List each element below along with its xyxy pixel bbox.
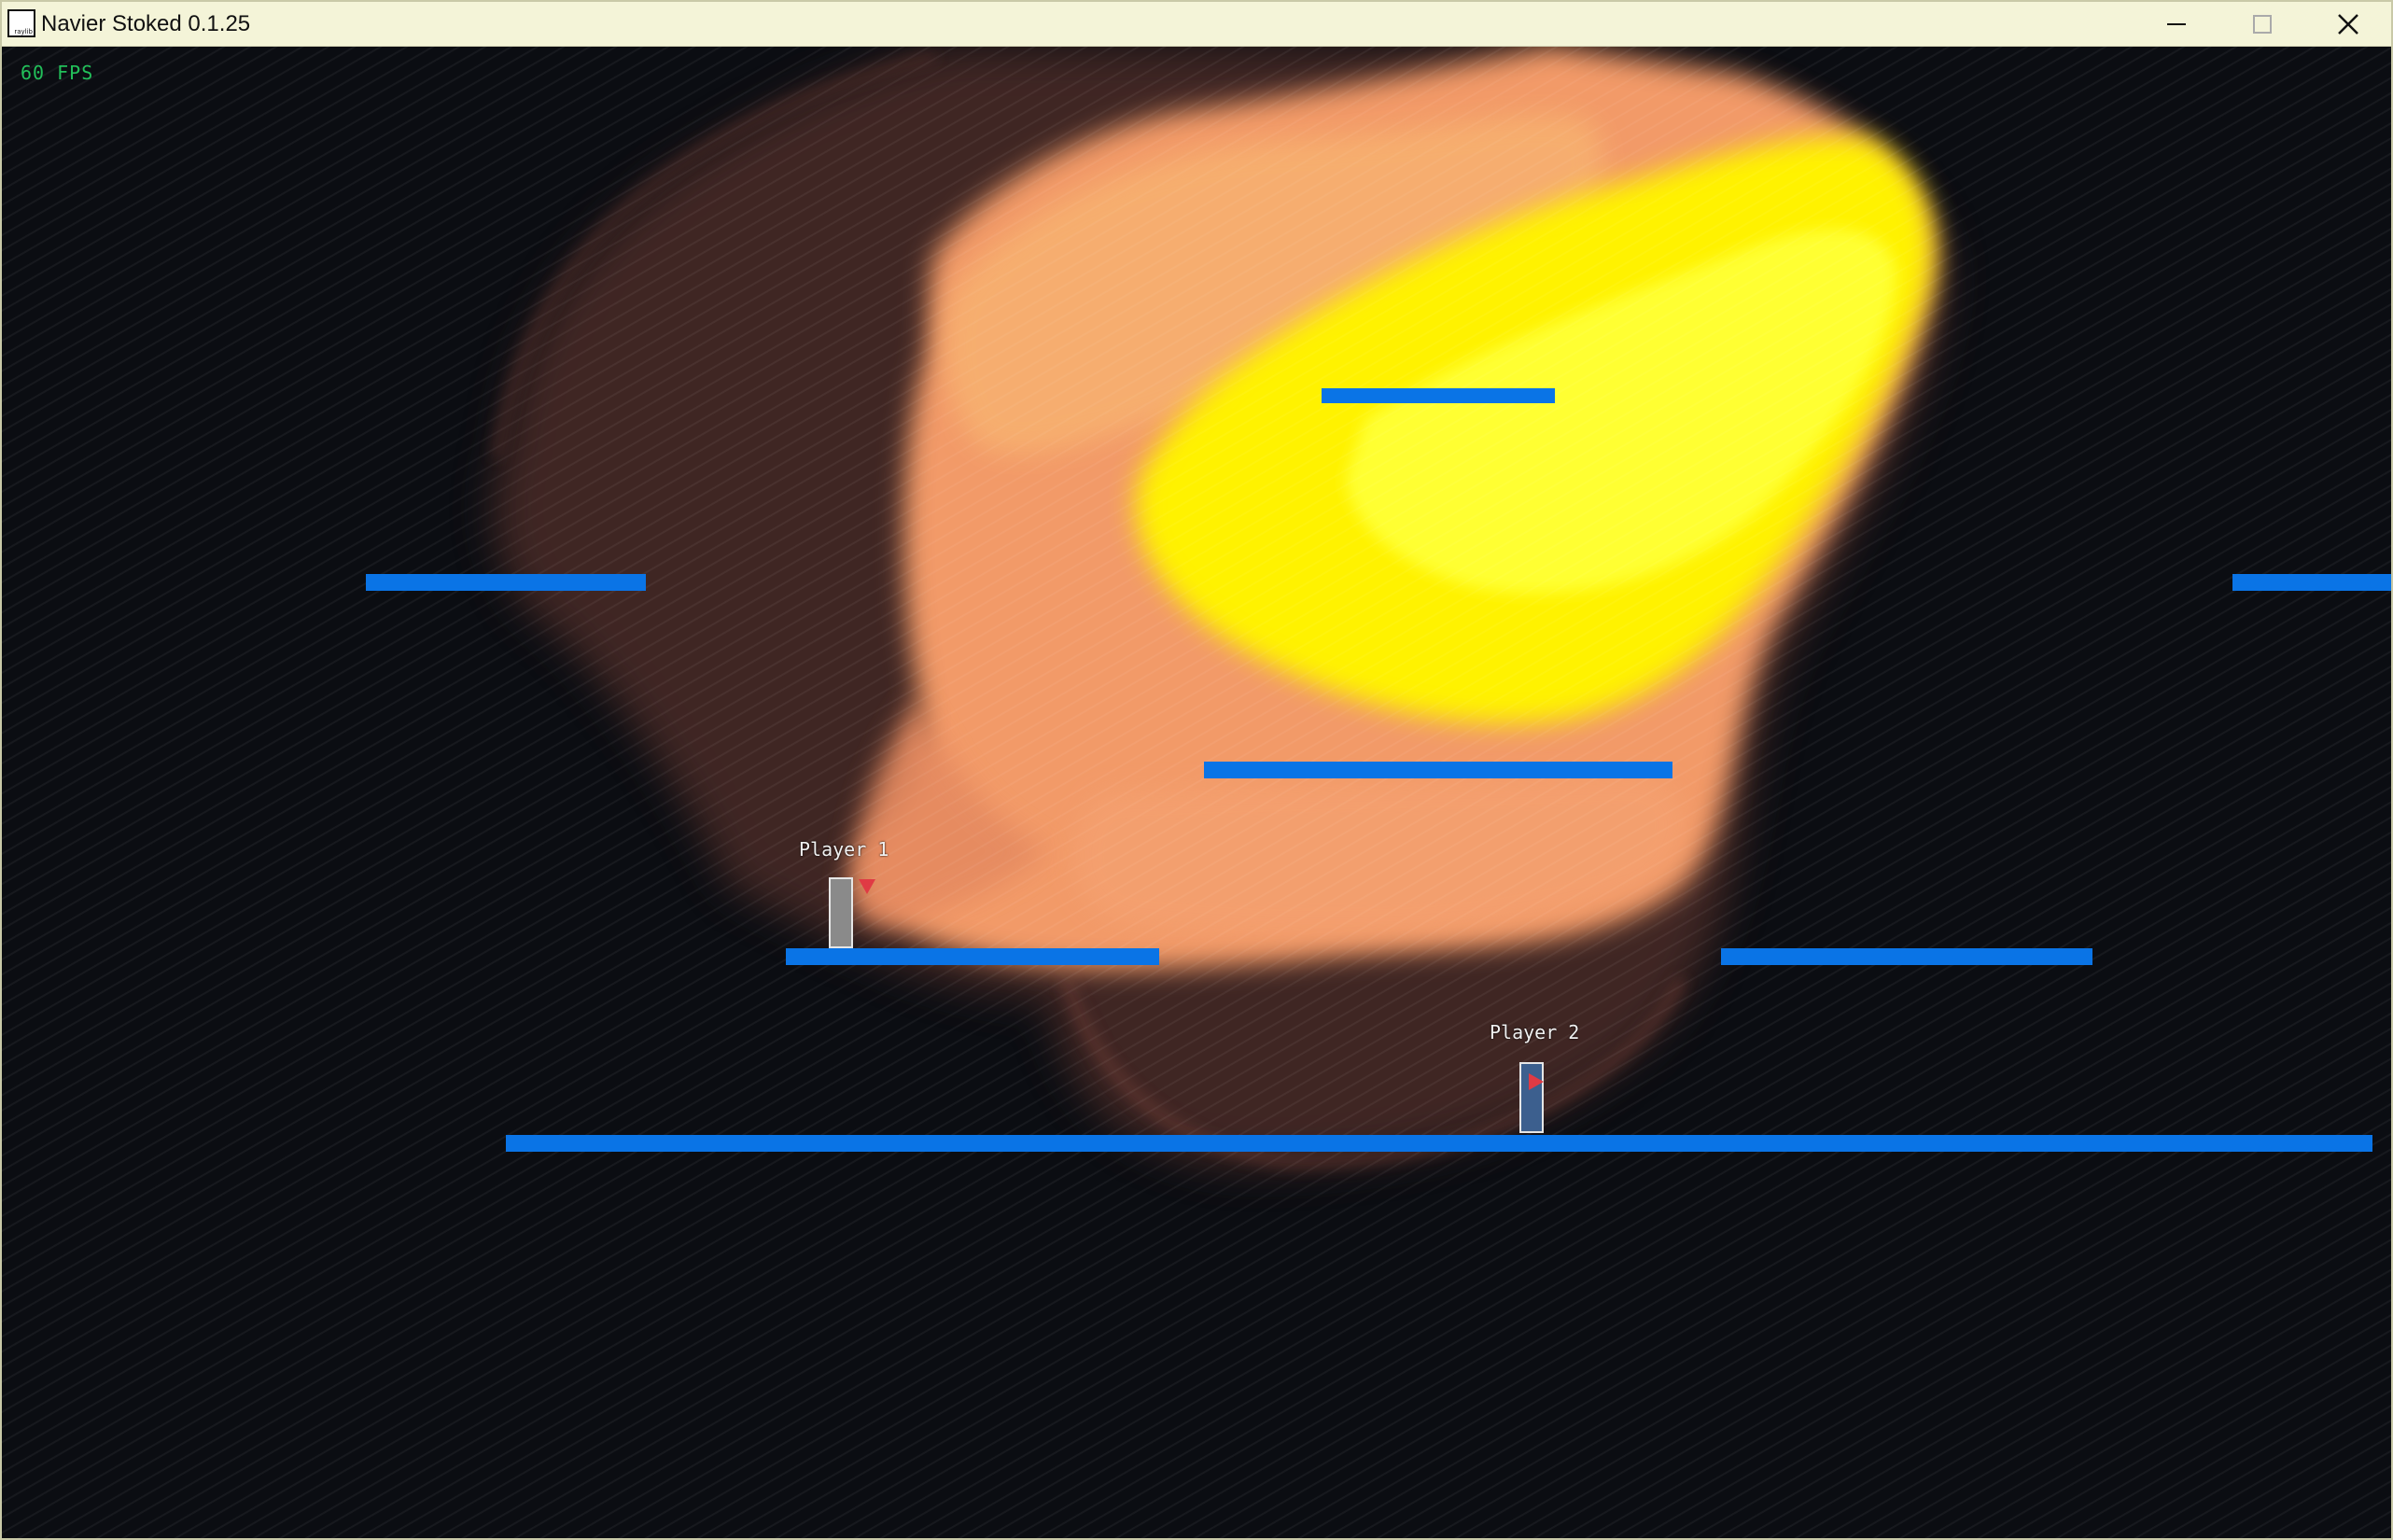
maximize-icon [2253,15,2272,34]
platform-left [366,574,646,591]
platform-mid-left [786,948,1159,965]
window-title: Navier Stoked 0.1.25 [41,11,251,36]
platform-ground [506,1135,2372,1152]
game-window: raylib Navier Stoked 0.1.25 60 FPS Playe… [0,0,2393,1540]
minimize-button[interactable] [2134,2,2219,47]
maximize-button[interactable] [2219,2,2305,47]
close-button[interactable] [2305,2,2391,47]
platform-center [1204,762,1672,778]
player-1 [829,877,853,948]
platform-right-edge [2232,574,2391,591]
game-canvas[interactable]: 60 FPS Player 1 Player 2 [2,47,2391,1538]
platform-mid-right [1721,948,2092,965]
app-icon-label: raylib [14,28,33,35]
fps-counter: 60 FPS [21,62,94,84]
fluid-simulation [2,47,2391,1538]
close-icon [2338,14,2358,35]
title-bar[interactable]: raylib Navier Stoked 0.1.25 [2,2,2391,47]
player-2-label: Player 2 [1490,1021,1580,1043]
player-2-direction-marker-icon [1529,1073,1544,1090]
player-1-label: Player 1 [799,838,889,861]
minimize-icon [2167,23,2186,25]
player-1-direction-marker-icon [859,879,875,894]
raylib-app-icon: raylib [7,9,35,37]
platform-top [1322,388,1555,403]
